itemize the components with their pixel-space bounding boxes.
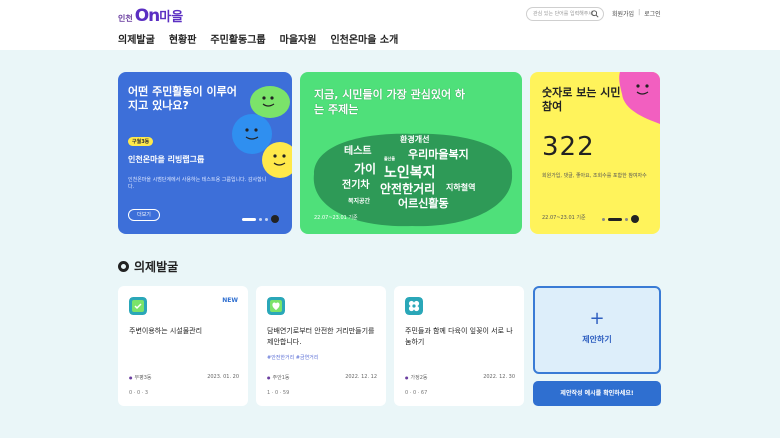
link-divider: | (638, 9, 641, 16)
character-blobs-illustration (232, 86, 292, 178)
agenda-stats: 0 · 0 · 67 (405, 390, 428, 396)
nav-item-agenda[interactable]: 의제발굴 (118, 31, 155, 46)
agenda-card[interactable]: 주민들과 함께 다육이 잎꽂이 서로 나눔하기 가정2동 2022. 12. 3… (394, 286, 524, 406)
keyword[interactable]: 테스트 (344, 142, 372, 157)
keyword[interactable]: 지하철역 (446, 182, 475, 193)
activity-banner[interactable]: 어떤 주민활동이 이루어지고 있나요? 구월3동 인천온마을 리빙랩그룹 인천온… (118, 72, 292, 234)
new-badge: NEW (222, 297, 238, 304)
agenda-tags[interactable]: #안전한거리 #금연거리 (267, 354, 318, 361)
keyword[interactable]: 복지공간 (348, 196, 370, 205)
agenda-date: 2023. 01. 20 (207, 374, 239, 380)
agenda-title[interactable]: 주민들과 함께 다육이 잎꽂이 서로 나눔하기 (405, 326, 517, 348)
group-description: 인천온마을 시범단계에서 사용하는 테스트용 그룹입니다. 감사합니다. (128, 177, 267, 190)
keyword[interactable]: 어르신활동 (398, 195, 449, 211)
nav-item-status[interactable]: 현황판 (169, 31, 197, 46)
keyword[interactable]: 환경개선 (400, 134, 429, 145)
keyword[interactable]: 노인복지 (384, 162, 436, 182)
carousel-dot[interactable] (602, 217, 605, 221)
agenda-meta: 부평3동 2023. 01. 20 (129, 374, 240, 381)
agenda-stats: 1 · 0 · 59 (267, 390, 290, 396)
participation-count: 322 (542, 132, 595, 162)
carousel-indicator (602, 215, 639, 223)
carousel-dot-active[interactable] (608, 217, 622, 221)
nav-item-groups[interactable]: 주민활동그룹 (210, 31, 265, 46)
nav-item-about[interactable]: 인천온마을 소개 (330, 31, 398, 46)
plus-icon: + (589, 308, 605, 329)
site-logo[interactable]: 인천 On 마을 (118, 6, 183, 26)
agenda-location: 부평3동 (129, 374, 152, 381)
logo-small-text: 인천 (118, 14, 133, 23)
agenda-meta: 가정2동 2022. 12. 30 (405, 374, 516, 381)
agenda-location: 주안1동 (267, 374, 290, 381)
keyword[interactable]: 전기차 (342, 176, 370, 191)
agenda-card[interactable]: 담배연기로부터 안전한 거리만들기를 제안합니다. #안전한거리 #금연거리 주… (256, 286, 386, 406)
agenda-title[interactable]: 담배연기로부터 안전한 거리만들기를 제안합니다. (267, 326, 379, 348)
propose-label: 제안하기 (582, 335, 612, 344)
heart-icon (267, 297, 285, 315)
logo-on-text: On (134, 6, 161, 26)
main-content: 어떤 주민활동이 이루어지고 있나요? 구월3동 인천온마을 리빙랩그룹 인천온… (0, 50, 780, 438)
agenda-card[interactable]: NEW 주변이용하는 시설물관리 부평3동 2023. 01. 20 0 · 0… (118, 286, 248, 406)
pause-icon[interactable] (271, 215, 279, 223)
propose-button[interactable]: + 제안하기 (533, 286, 661, 374)
nav-item-resources[interactable]: 마을자원 (280, 31, 317, 46)
participation-description: 회원가입, 댓글, 좋아요, 조회수를 포함한 참여자수 (542, 173, 647, 179)
topics-date: 22.07~23.01 기준 (314, 215, 358, 221)
agenda-title[interactable]: 주변이용하는 시설물관리 (129, 326, 241, 337)
login-link[interactable]: 로그인 (644, 9, 661, 18)
keyword[interactable]: 가이 (354, 160, 376, 177)
account-links: 회원가입 | 로그인 (612, 9, 661, 18)
group-name: 인천온마을 리빙랩그룹 (128, 155, 205, 164)
section-title: 의제발굴 (134, 260, 179, 274)
signup-link[interactable]: 회원가입 (612, 9, 634, 18)
site-header: 인천 On 마을 관심 있는 단어를 입력해주세요 회원가입 | 로그인 의제발… (0, 0, 780, 50)
main-nav: 의제발굴 현황판 주민활동그룹 마을자원 인천온마을 소개 (118, 31, 398, 46)
search-placeholder: 관심 있는 단어를 입력해주세요 (533, 11, 593, 17)
carousel-dot[interactable] (259, 217, 262, 221)
agenda-stats: 0 · 0 · 3 (129, 390, 149, 396)
agenda-meta: 주안1동 2022. 12. 12 (267, 374, 378, 381)
carousel-dot[interactable] (265, 217, 268, 221)
topics-banner-title: 지금, 시민들이 가장 관심있어 하는 주제는 (314, 88, 466, 116)
carousel-dot[interactable] (625, 217, 628, 221)
logo-main-text: 마을 (159, 10, 184, 25)
activity-banner-title: 어떤 주민활동이 이루어지고 있나요? (128, 85, 237, 112)
search-input[interactable]: 관심 있는 단어를 입력해주세요 (526, 7, 604, 21)
participation-title: 숫자로 보는 시민참여 (542, 86, 621, 113)
flower-icon (405, 297, 423, 315)
carousel-indicator (242, 215, 279, 223)
example-button[interactable]: 제안작성 예시를 확인하세요! (533, 381, 661, 406)
search-icon[interactable] (591, 10, 599, 18)
participation-banner[interactable]: 숫자로 보는 시민참여 322 회원가입, 댓글, 좋아요, 조회수를 포함한 … (530, 72, 660, 234)
pause-icon[interactable] (631, 215, 639, 223)
topics-banner[interactable]: 지금, 시민들이 가장 관심있어 하는 주제는 환경개선 테스트 우리마을복지 … (300, 72, 522, 234)
participation-date: 22.07~23.01 기준 (542, 215, 586, 221)
more-button[interactable]: 더보기 (128, 209, 160, 221)
shield-check-icon (129, 297, 147, 315)
location-badge: 구월3동 (128, 137, 154, 146)
keyword[interactable]: 우리마을복지 (408, 146, 469, 162)
agenda-location: 가정2동 (405, 374, 428, 381)
carousel-dot-active[interactable] (242, 217, 256, 221)
agenda-date: 2022. 12. 30 (483, 374, 515, 380)
ring-icon (118, 261, 129, 272)
section-header: 의제발굴 (118, 258, 178, 275)
agenda-date: 2022. 12. 12 (345, 374, 377, 380)
